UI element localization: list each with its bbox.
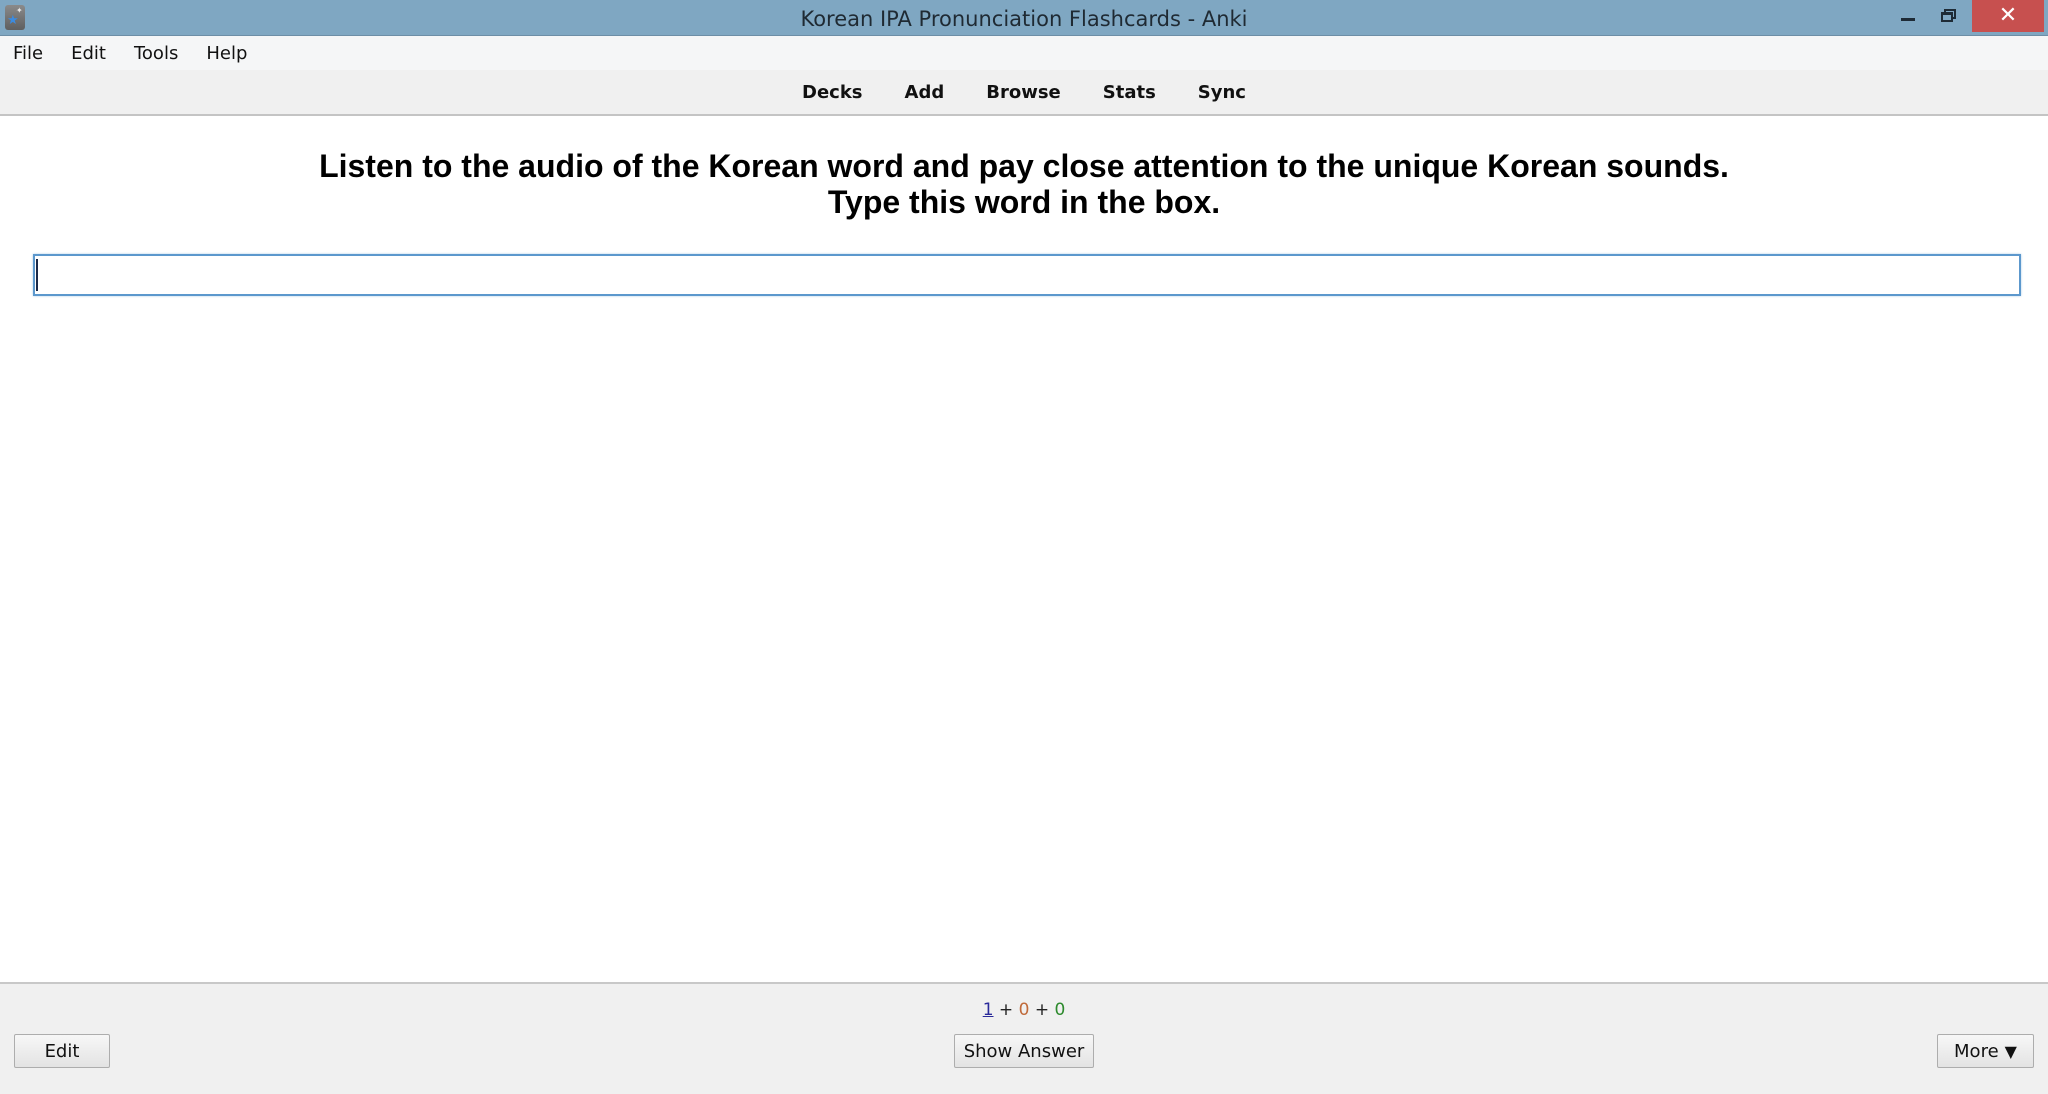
review-bottom-bar: 1 + 0 + 0 Edit Show Answer More ▼ — [0, 982, 2048, 1094]
more-button[interactable]: More ▼ — [1937, 1034, 2034, 1068]
toolbar-sync[interactable]: Sync — [1198, 82, 1246, 103]
menu-edit[interactable]: Edit — [71, 43, 106, 64]
question-line-2: Type this word in the box. — [827, 184, 1221, 220]
close-icon: ✕ — [1998, 3, 2018, 28]
card-question: Listen to the audio of the Korean word a… — [0, 148, 2048, 220]
restore-icon — [1941, 12, 1953, 22]
menu-file[interactable]: File — [13, 43, 43, 64]
menu-tools[interactable]: Tools — [134, 43, 178, 64]
type-answer-input[interactable] — [33, 254, 2021, 296]
triangle-down-icon: ▼ — [2004, 1041, 2017, 1061]
minimize-button[interactable] — [1890, 0, 1926, 32]
show-answer-button[interactable]: Show Answer — [954, 1034, 1094, 1068]
toolbar-decks[interactable]: Decks — [802, 82, 863, 103]
more-button-label: More — [1954, 1040, 1999, 1062]
question-line-1: Listen to the audio of the Korean word a… — [319, 148, 1729, 184]
title-bar[interactable]: ✦ ★ Korean IPA Pronunciation Flashcards … — [0, 0, 2048, 36]
card-area: Listen to the audio of the Korean word a… — [0, 116, 2048, 982]
window-title: Korean IPA Pronunciation Flashcards - An… — [800, 7, 1248, 31]
show-answer-label: Show Answer — [963, 1040, 1085, 1062]
restore-button[interactable] — [1930, 0, 1970, 32]
toolbar-stats[interactable]: Stats — [1103, 82, 1156, 103]
review-count: 0 — [1054, 1000, 1066, 1020]
learning-count: 0 — [1018, 1000, 1030, 1020]
main-toolbar: Decks Add Browse Stats Sync — [0, 70, 2048, 116]
close-button[interactable]: ✕ — [1972, 0, 2044, 32]
minimize-icon — [1901, 17, 1915, 21]
edit-button[interactable]: Edit — [14, 1034, 110, 1068]
toolbar-browse[interactable]: Browse — [986, 82, 1061, 103]
count-separator: + — [998, 1000, 1014, 1020]
edit-button-label: Edit — [44, 1040, 80, 1062]
due-counts: 1 + 0 + 0 — [0, 1000, 2048, 1020]
text-caret — [36, 259, 38, 291]
menu-bar: File Edit Tools Help — [0, 36, 2048, 70]
new-count: 1 — [982, 1000, 994, 1020]
toolbar-add[interactable]: Add — [905, 82, 945, 103]
count-separator: + — [1034, 1000, 1050, 1020]
menu-help[interactable]: Help — [206, 43, 247, 64]
